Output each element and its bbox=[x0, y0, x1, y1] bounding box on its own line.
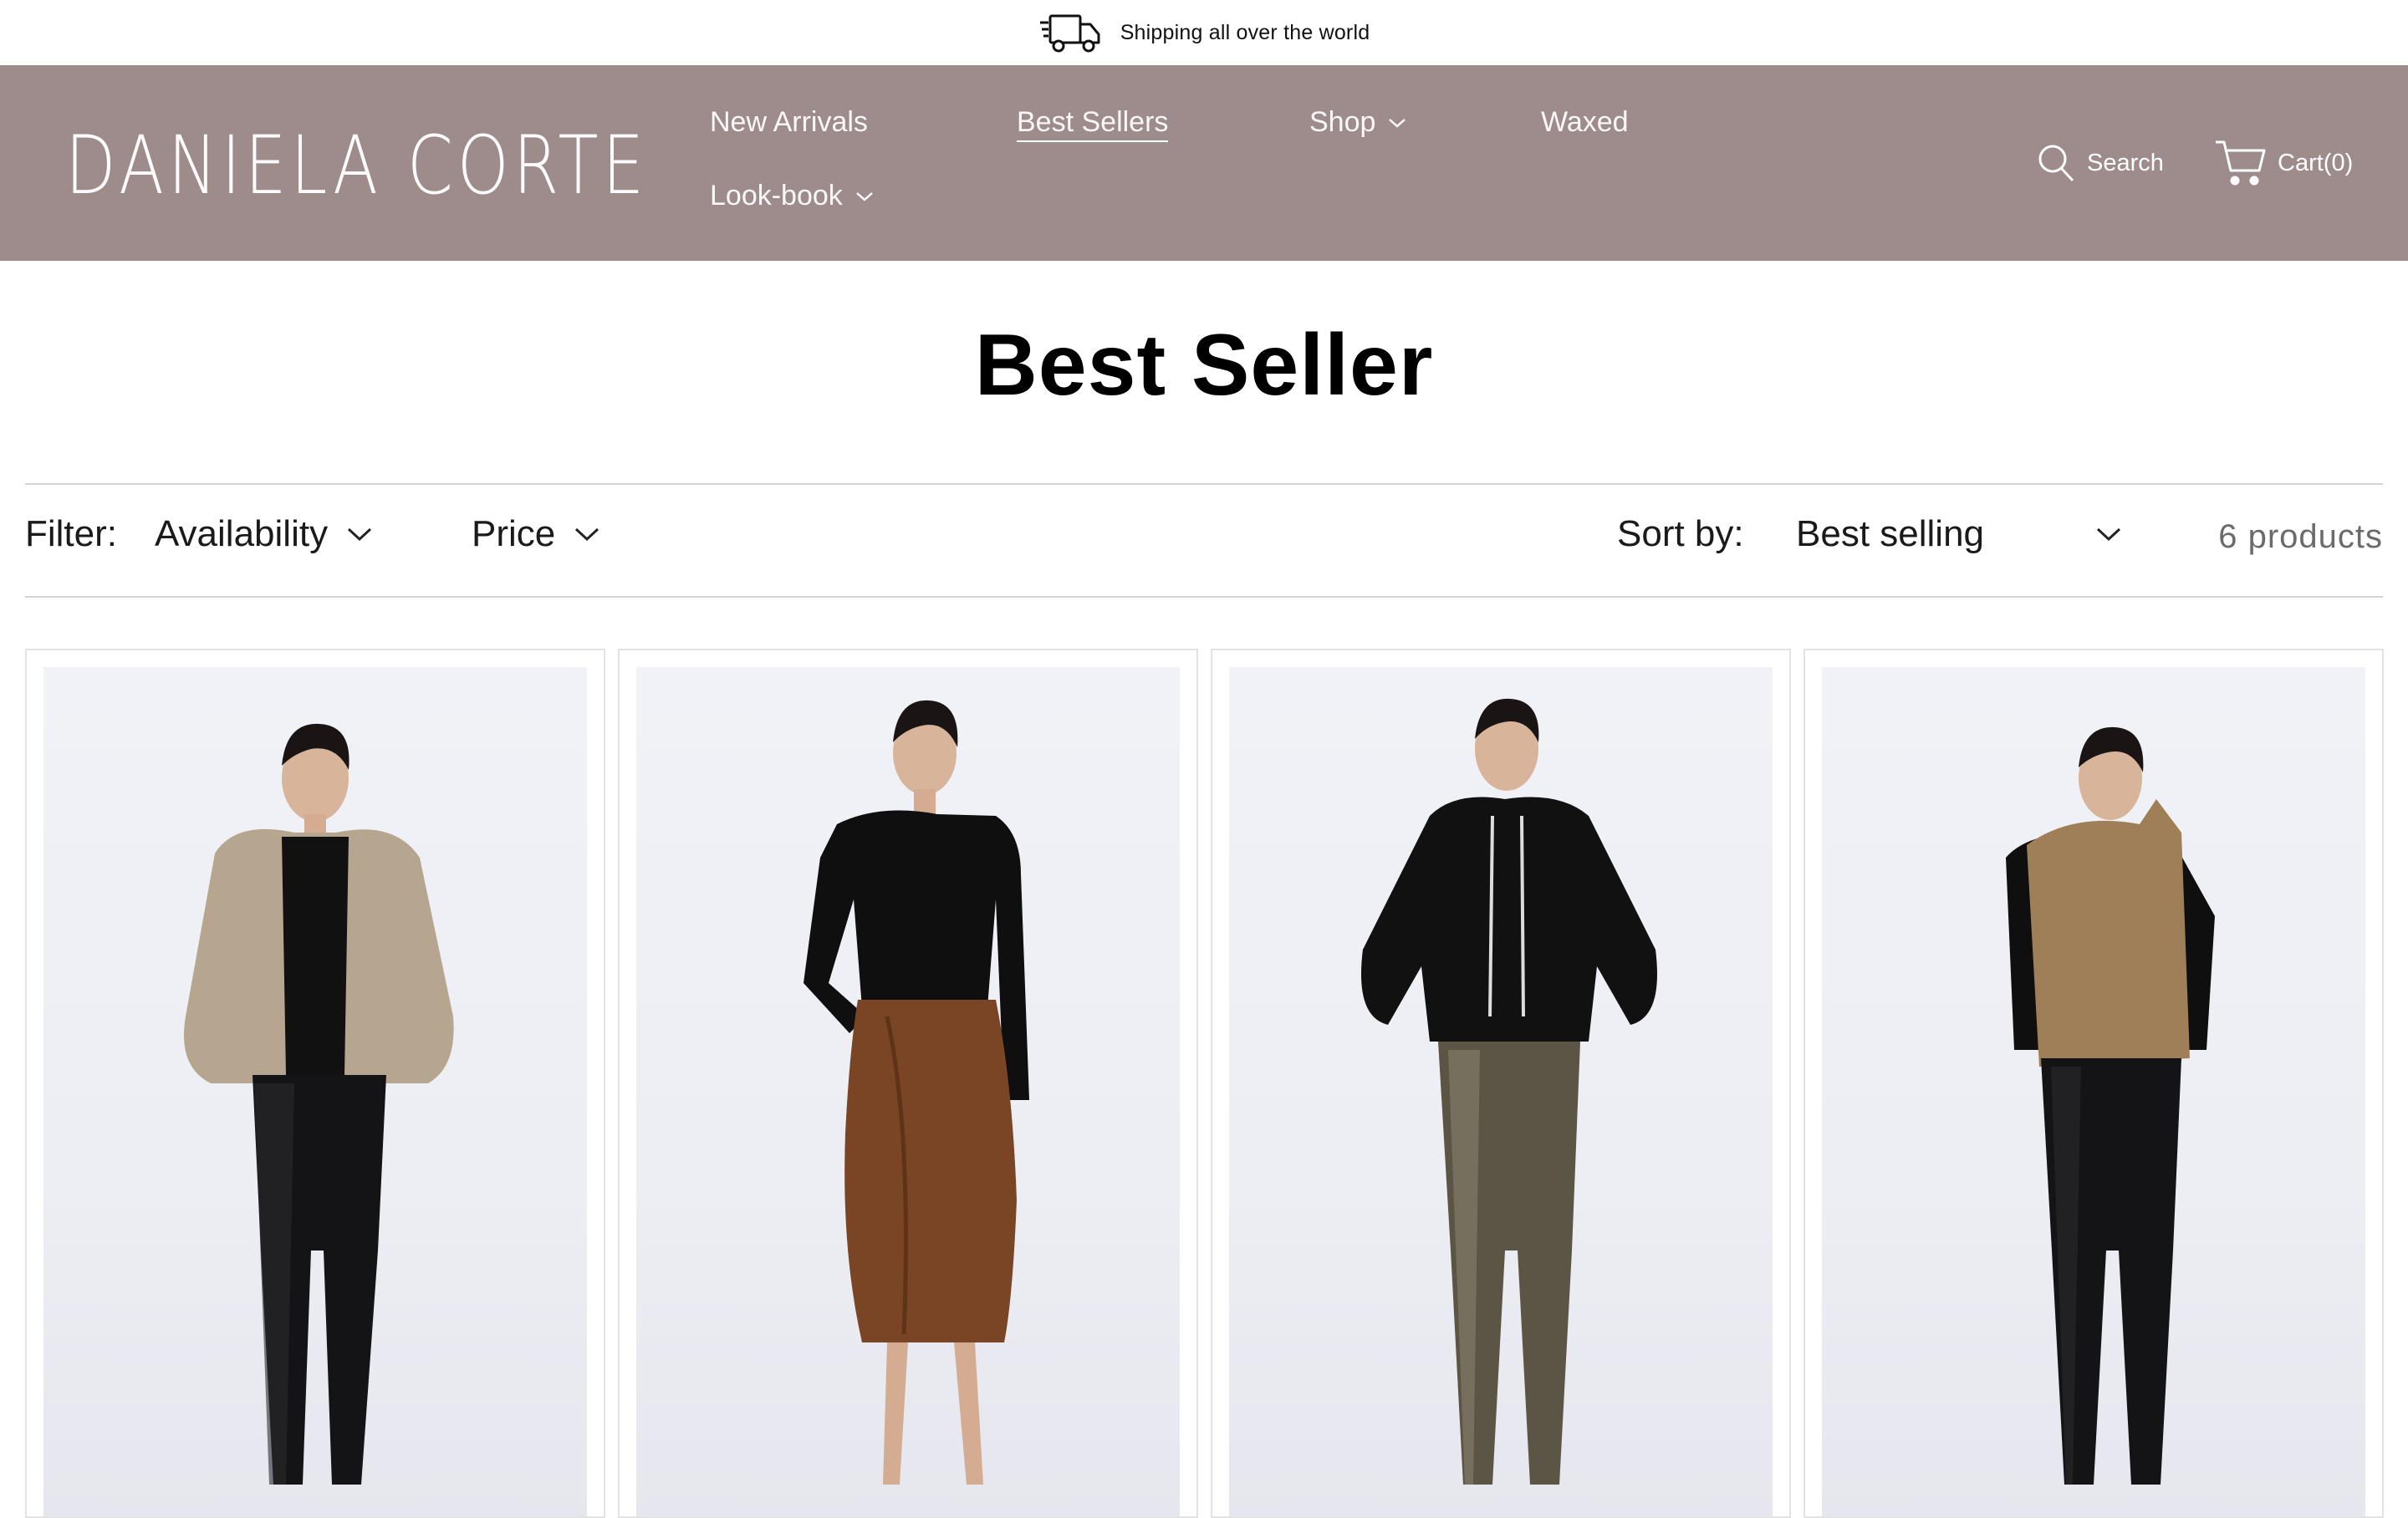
delivery-truck-icon bbox=[1039, 14, 1100, 53]
nav-label: Waxed bbox=[1541, 106, 1629, 138]
sort-select[interactable]: Best selling bbox=[1796, 513, 2122, 555]
chevron-down-icon bbox=[575, 527, 599, 542]
product-image[interactable] bbox=[43, 667, 587, 1516]
sort-value: Best selling bbox=[1796, 513, 1985, 554]
cart-label: Cart(0) bbox=[2278, 149, 2354, 176]
nav-new-arrivals[interactable]: New Arrivals bbox=[710, 106, 868, 139]
product-card[interactable] bbox=[1803, 649, 2384, 1518]
page-title: Best Seller bbox=[974, 317, 1434, 414]
sort-label-text: Sort by: bbox=[1617, 513, 1744, 554]
product-image[interactable] bbox=[636, 667, 1180, 1516]
availability-filter-dropdown[interactable]: Availability bbox=[155, 513, 373, 555]
cart-button[interactable]: Cart(0) bbox=[2214, 139, 2353, 187]
nav-waxed[interactable]: Waxed bbox=[1541, 106, 1629, 139]
site-header: DANIELA CORTE New Arrivals Best Sellers … bbox=[0, 65, 2408, 261]
search-button[interactable]: Search bbox=[2037, 142, 2164, 184]
chevron-down-icon bbox=[1389, 118, 1406, 128]
price-filter-dropdown[interactable]: Price bbox=[472, 513, 600, 555]
filter-label-text: Filter: bbox=[25, 513, 117, 554]
divider bbox=[25, 483, 2383, 485]
product-count: 6 products bbox=[2218, 518, 2383, 555]
sort-label: Sort by: bbox=[1617, 513, 1744, 555]
announcement-bar: Shipping all over the world bbox=[0, 0, 2408, 65]
nav-label: Shop bbox=[1309, 106, 1376, 138]
product-card[interactable] bbox=[1211, 649, 1791, 1518]
nav-look-book[interactable]: Look-book bbox=[710, 180, 875, 212]
nav-best-sellers[interactable]: Best Sellers bbox=[1017, 106, 1169, 142]
cart-icon bbox=[2216, 140, 2266, 186]
chevron-down-icon bbox=[2096, 527, 2121, 542]
chevron-down-icon bbox=[348, 527, 372, 542]
product-card[interactable] bbox=[618, 649, 1198, 1518]
model-photo bbox=[1361, 698, 1657, 1485]
price-label: Price bbox=[472, 513, 556, 554]
product-image[interactable] bbox=[1822, 667, 2365, 1516]
nav-label: Look-book bbox=[710, 180, 843, 211]
nav-label: Best Sellers bbox=[1017, 106, 1169, 142]
announcement-text: Shipping all over the world bbox=[1120, 20, 1370, 44]
product-image[interactable] bbox=[1229, 667, 1773, 1516]
model-photo bbox=[184, 723, 454, 1485]
divider bbox=[25, 596, 2383, 598]
filter-label: Filter: bbox=[25, 513, 117, 555]
model-photo bbox=[804, 700, 1029, 1485]
nav-shop[interactable]: Shop bbox=[1309, 106, 1407, 139]
product-card[interactable] bbox=[25, 649, 605, 1518]
search-icon bbox=[2038, 145, 2074, 182]
nav-label: New Arrivals bbox=[710, 106, 868, 138]
model-photo bbox=[2006, 726, 2215, 1485]
availability-label: Availability bbox=[155, 513, 329, 554]
chevron-down-icon bbox=[855, 191, 873, 201]
search-label: Search bbox=[2087, 149, 2164, 176]
brand-logo[interactable]: DANIELA CORTE bbox=[65, 125, 648, 206]
